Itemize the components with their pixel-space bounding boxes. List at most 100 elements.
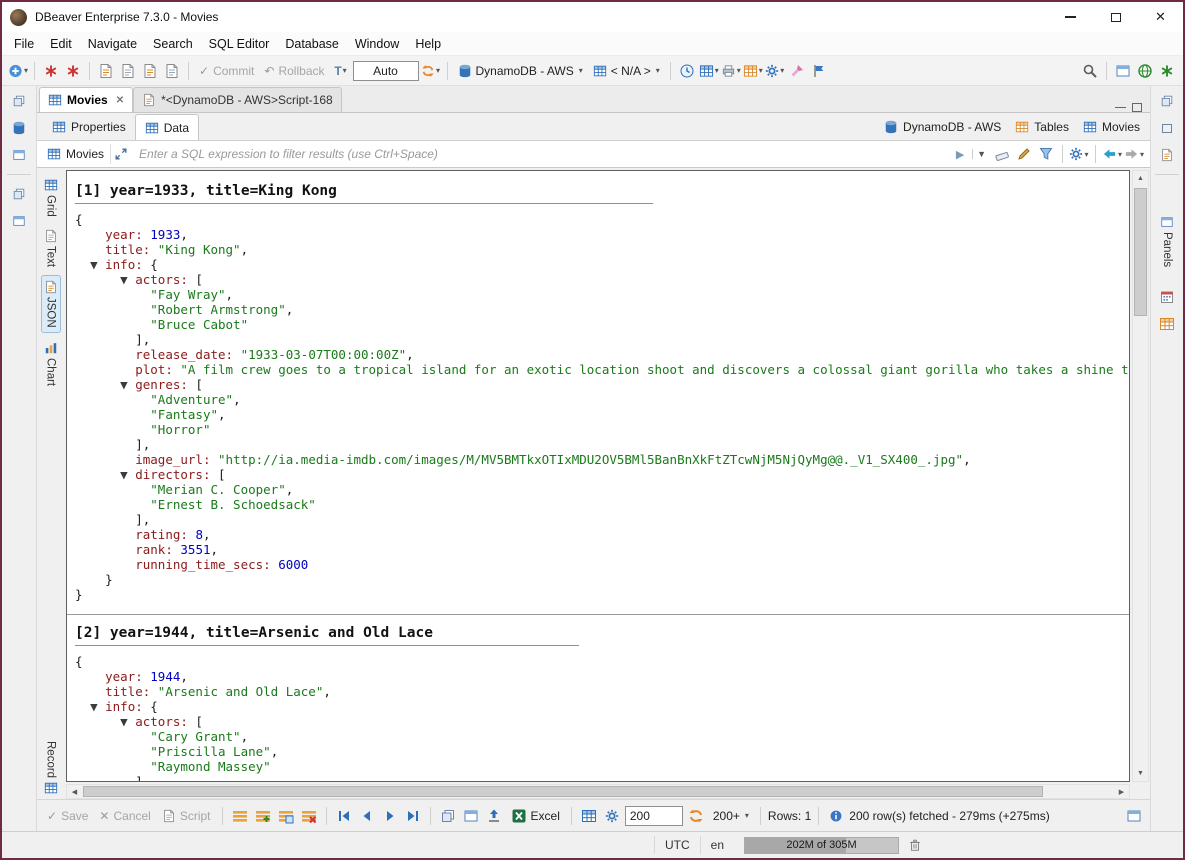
fetch-more-button[interactable]: 200+▾ <box>709 809 753 823</box>
metadata-panel-icon[interactable] <box>1157 313 1177 335</box>
web-browser-icon[interactable] <box>1135 60 1155 82</box>
horizontal-scroll-thumb[interactable] <box>83 786 1043 797</box>
open-sql-script-icon[interactable] <box>140 60 160 82</box>
toggle-mode-icon[interactable] <box>438 805 458 827</box>
sql-templates-icon[interactable] <box>1157 144 1177 166</box>
calendar-panel-icon[interactable] <box>1157 286 1177 308</box>
filter-history-icon[interactable]: ▼ <box>972 149 990 159</box>
minimize-button[interactable] <box>1048 2 1093 32</box>
nav-forward-icon[interactable]: ▾ <box>1124 143 1144 165</box>
clear-filter-icon[interactable] <box>992 143 1012 165</box>
disconnect-icon[interactable] <box>41 60 61 82</box>
view-tab-grid[interactable]: Grid <box>42 174 60 221</box>
reconnect-icon[interactable] <box>63 60 83 82</box>
scroll-right-icon[interactable]: ▶ <box>1114 785 1129 798</box>
tab-data[interactable]: Data <box>135 114 199 140</box>
menu-help[interactable]: Help <box>407 34 449 54</box>
scroll-up-icon[interactable]: ▲ <box>1133 171 1148 186</box>
breadcrumb-table-movies[interactable]: Movies <box>1083 120 1140 134</box>
transaction-log-icon[interactable]: T▾ <box>331 60 351 82</box>
save-button[interactable]: ✓Save <box>43 809 92 823</box>
view-tab-text[interactable]: Text <box>42 225 60 271</box>
menu-search[interactable]: Search <box>145 34 201 54</box>
print-icon[interactable]: ▾ <box>721 60 741 82</box>
projects-panel-icon[interactable] <box>9 144 29 166</box>
memory-usage-bar[interactable]: 202M of 305M <box>744 837 899 854</box>
editor-tab-script[interactable]: *<DynamoDB - AWS>Script-168 <box>133 87 342 112</box>
maintenance-icon[interactable]: ▾ <box>765 60 785 82</box>
refresh-icon[interactable] <box>686 805 706 827</box>
gc-trash-icon[interactable] <box>905 834 925 856</box>
copy-row-icon[interactable] <box>276 805 296 827</box>
close-button[interactable]: ✕ <box>1138 2 1183 32</box>
sql-editor-icon[interactable] <box>96 60 116 82</box>
export-data-icon[interactable] <box>484 805 504 827</box>
database-navigator-icon[interactable] <box>9 117 29 139</box>
maximize-button[interactable] <box>1093 2 1138 32</box>
scroll-left-icon[interactable]: ◀ <box>67 785 82 798</box>
restore-output-icon[interactable] <box>9 183 29 205</box>
maximize-editor-icon[interactable] <box>1132 103 1142 112</box>
focus-cell-icon[interactable] <box>461 805 481 827</box>
commit-mode-select[interactable]: Auto <box>353 61 419 81</box>
menu-file[interactable]: File <box>6 34 42 54</box>
apply-filter-icon[interactable]: ▶ <box>950 143 970 165</box>
restore-navigator-icon[interactable] <box>9 90 29 112</box>
close-tab-icon[interactable]: ✕ <box>116 95 124 106</box>
output-panel-icon[interactable] <box>9 210 29 232</box>
connection-selector[interactable]: DynamoDB - AWS ▾ <box>454 64 587 78</box>
custom-filter-icon[interactable] <box>1036 143 1056 165</box>
recent-sql-icon[interactable] <box>162 60 182 82</box>
first-row-icon[interactable] <box>334 805 354 827</box>
filter-table-label[interactable]: Movies <box>41 144 111 164</box>
panels-toggle[interactable]: Panels <box>1158 211 1176 271</box>
commit-button[interactable]: ✓Commit <box>195 64 258 78</box>
minimize-editor-icon[interactable] <box>1115 107 1126 109</box>
add-row-icon[interactable] <box>253 805 273 827</box>
view-tab-json[interactable]: JSON <box>41 275 61 333</box>
delete-row-icon[interactable] <box>299 805 319 827</box>
bookmark-icon[interactable] <box>809 60 829 82</box>
tab-properties[interactable]: Properties <box>43 114 135 140</box>
time-icon[interactable] <box>677 60 697 82</box>
rollback-button[interactable]: ↶Rollback <box>260 64 328 78</box>
maximize-panel-icon[interactable] <box>1157 117 1177 139</box>
vertical-scrollbar[interactable]: ▲ ▼ <box>1132 170 1149 782</box>
search-icon[interactable] <box>1080 60 1100 82</box>
view-tab-record[interactable]: Record <box>42 737 60 799</box>
menu-edit[interactable]: Edit <box>42 34 80 54</box>
new-connection-icon[interactable]: ▾ <box>8 60 28 82</box>
breadcrumb-tables[interactable]: Tables <box>1015 120 1069 134</box>
filter-settings-icon[interactable]: ▾ <box>1069 143 1089 165</box>
clean-icon[interactable] <box>787 60 807 82</box>
open-perspective-icon[interactable] <box>1113 60 1133 82</box>
edit-value-icon[interactable] <box>230 805 250 827</box>
toggle-panels-icon[interactable] <box>1124 805 1144 827</box>
view-tab-chart[interactable]: Chart <box>42 337 60 390</box>
export-grid-icon[interactable]: ▾ <box>699 60 719 82</box>
config-gear-icon[interactable] <box>602 805 622 827</box>
grid-settings-icon[interactable] <box>579 805 599 827</box>
json-viewer[interactable]: [1] year=1933, title=King Kong{ year: 19… <box>66 170 1130 782</box>
filter-input[interactable] <box>131 147 950 161</box>
edit-filter-icon[interactable] <box>1014 143 1034 165</box>
menu-sql-editor[interactable]: SQL Editor <box>201 34 278 54</box>
install-new-icon[interactable] <box>1157 60 1177 82</box>
schema-selector[interactable]: < N/A > ▾ <box>589 64 664 78</box>
excel-export-button[interactable]: Excel <box>507 808 564 824</box>
restore-panel-icon[interactable] <box>1157 90 1177 112</box>
new-sql-editor-icon[interactable] <box>118 60 138 82</box>
horizontal-scrollbar[interactable]: ◀ ▶ <box>66 784 1130 799</box>
nav-back-icon[interactable]: ▾ <box>1102 143 1122 165</box>
previous-row-icon[interactable] <box>357 805 377 827</box>
fetch-size-input[interactable] <box>625 806 683 826</box>
cancel-button[interactable]: ✕Cancel <box>95 809 154 823</box>
menu-database[interactable]: Database <box>277 34 347 54</box>
transaction-history-icon[interactable]: ▾ <box>421 60 441 82</box>
menu-window[interactable]: Window <box>347 34 407 54</box>
view-mode-icon[interactable]: ▾ <box>743 60 763 82</box>
breadcrumb-connection[interactable]: DynamoDB - AWS <box>884 120 1001 134</box>
next-row-icon[interactable] <box>380 805 400 827</box>
menu-navigate[interactable]: Navigate <box>80 34 145 54</box>
last-row-icon[interactable] <box>403 805 423 827</box>
